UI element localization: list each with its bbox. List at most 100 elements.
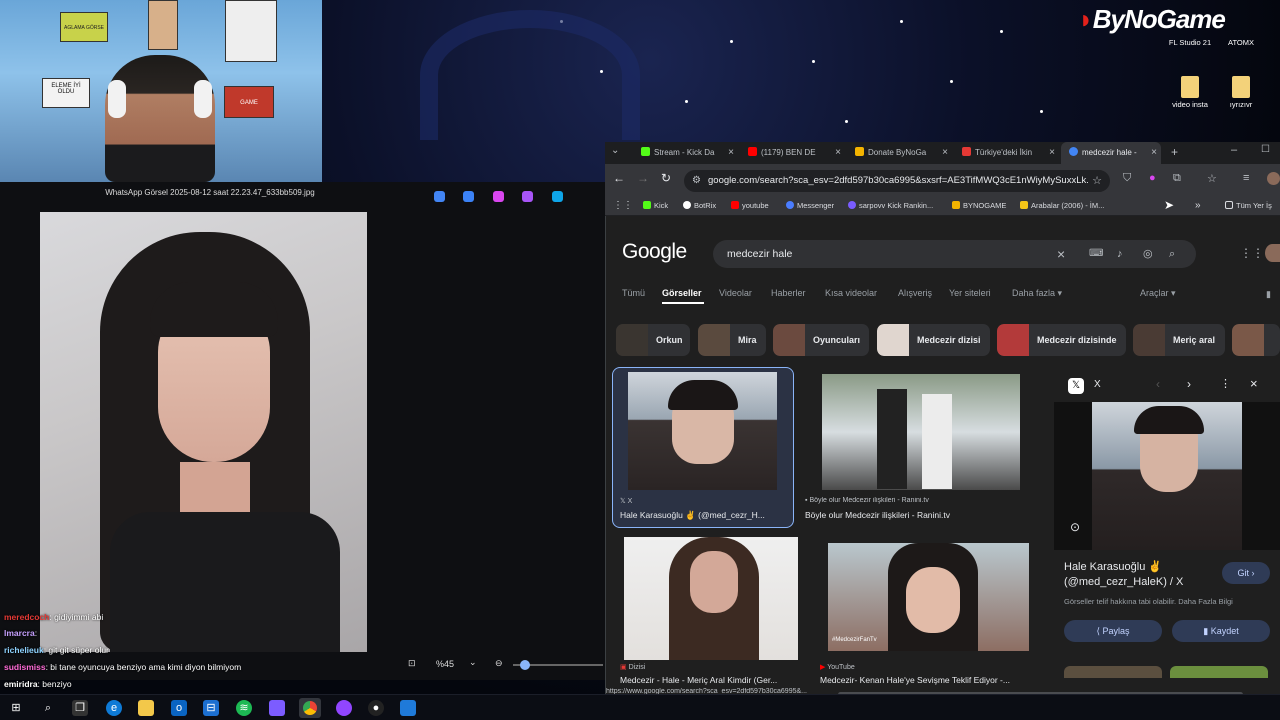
result-image[interactable]: #MedcezirFanTv: [828, 543, 1029, 651]
account-avatar[interactable]: [1265, 244, 1280, 262]
tab-kick-stream[interactable]: Stream - Kick Da ×: [633, 142, 738, 164]
edge-icon[interactable]: e: [106, 700, 122, 716]
search-input[interactable]: medcezir hale × ⌨ ♪ ◎ ⌕: [713, 240, 1196, 268]
back-icon[interactable]: ←: [613, 171, 625, 185]
bookmark-star-icon[interactable]: ☆: [1207, 172, 1217, 185]
search-icon[interactable]: ⌕: [1169, 240, 1175, 268]
forward-icon[interactable]: →: [637, 171, 649, 185]
more-options-icon[interactable]: ⋮: [1220, 377, 1231, 390]
extension-icon[interactable]: ⛉: [1123, 172, 1131, 185]
bookmark-bynogame[interactable]: BYNOGAME: [952, 196, 1006, 216]
more-bookmarks-icon[interactable]: »: [1195, 196, 1201, 216]
site-settings-icon[interactable]: ⚙: [692, 170, 701, 192]
panel-title[interactable]: Hale Karasuoğlu ✌️ (@med_cezr_HaleK) / X: [1064, 560, 1214, 590]
search-icon[interactable]: ⌕: [40, 700, 56, 716]
viewer-tool-icon[interactable]: [522, 191, 533, 202]
bookmark-imdb[interactable]: Arabalar (2006) - İM...: [1020, 196, 1104, 216]
chip-medcezir-series[interactable]: Medcezir dizisi: [877, 324, 990, 356]
chrome-taskbar-button[interactable]: [299, 698, 321, 718]
tab-google-search[interactable]: medcezir hale - ×: [1061, 142, 1161, 164]
tab-more[interactable]: Daha fazla ▾: [1012, 288, 1062, 299]
chip-mira[interactable]: Mira: [698, 324, 766, 356]
tab-news[interactable]: Haberler: [771, 288, 806, 298]
zoom-level[interactable]: %45: [436, 659, 454, 669]
related-image[interactable]: [1064, 666, 1162, 678]
start-icon[interactable]: ⊞: [8, 700, 24, 716]
outlook-icon[interactable]: o: [171, 700, 187, 716]
mic-icon[interactable]: ♪: [1117, 240, 1123, 268]
bookmark-kick-ranking[interactable]: sarpovv Kick Rankin...: [848, 196, 933, 216]
edit-icon[interactable]: [463, 191, 474, 202]
close-icon[interactable]: ×: [1151, 142, 1157, 164]
minimize-icon[interactable]: –: [1231, 144, 1237, 156]
share-button[interactable]: ⟨ Paylaş: [1064, 620, 1162, 642]
bookmark-messenger[interactable]: Messenger: [786, 196, 834, 216]
zoom-out-icon[interactable]: ⊖: [495, 658, 503, 669]
tab-places[interactable]: Yer siteleri: [949, 288, 991, 298]
result-caption[interactable]: Medcezir- Kenan Hale'ye Sevişme Teklif E…: [820, 675, 1035, 685]
saved-icon[interactable]: ▮: [1266, 289, 1271, 300]
close-icon[interactable]: ×: [728, 142, 734, 164]
star-icon[interactable]: ☆: [1088, 170, 1102, 192]
viewer-tool-icon[interactable]: [552, 191, 563, 202]
result-caption[interactable]: Hale Karasuoğlu ✌️ (@med_cezr_H...: [620, 510, 788, 521]
close-panel-icon[interactable]: ×: [1250, 376, 1258, 391]
tab-article[interactable]: Türkiye'deki İkin ×: [954, 142, 1059, 164]
maximize-icon[interactable]: ☐: [1261, 144, 1270, 155]
bookmark-youtube[interactable]: youtube: [731, 196, 769, 216]
reading-list-icon[interactable]: ≡: [1243, 172, 1249, 184]
chip-actors[interactable]: Oyuncuları: [773, 324, 869, 356]
tab-all[interactable]: Tümü: [622, 288, 645, 298]
desktop-icon-folder[interactable]: ıyrızıvr: [1211, 76, 1271, 109]
bookmark-kick[interactable]: Kick: [643, 196, 668, 216]
result-image[interactable]: [628, 372, 777, 490]
extension-icon[interactable]: ●: [1149, 172, 1156, 184]
profile-avatar[interactable]: [1267, 172, 1280, 185]
panel-source[interactable]: X: [1094, 379, 1101, 390]
tools-button[interactable]: Araçlar ▾: [1140, 288, 1176, 299]
save-button[interactable]: ▮ Kaydet: [1172, 620, 1270, 642]
visit-button[interactable]: Git ›: [1222, 562, 1270, 584]
extensions-puzzle-icon[interactable]: ⧉: [1173, 172, 1181, 185]
result-image[interactable]: [822, 374, 1020, 490]
google-apps-icon[interactable]: ⋮⋮: [1240, 246, 1264, 260]
new-tab-icon[interactable]: +: [1171, 145, 1178, 159]
lens-icon[interactable]: ◎: [1143, 240, 1153, 268]
chip-in-medcezir[interactable]: Medcezir dizisinde: [997, 324, 1126, 356]
chip-orkun[interactable]: Orkun: [616, 324, 690, 356]
related-image[interactable]: [1170, 666, 1268, 678]
viewer-tool-icon[interactable]: [434, 191, 445, 202]
chip-meric-aral[interactable]: Meriç aral: [1133, 324, 1225, 356]
apps-grid-icon[interactable]: ⋮⋮: [613, 196, 633, 216]
previous-icon[interactable]: ‹: [1156, 377, 1160, 391]
viewer-tool-icon[interactable]: [493, 191, 504, 202]
chip-more[interactable]: [1232, 324, 1280, 356]
task-view-icon[interactable]: ❐: [72, 700, 88, 716]
fit-icon[interactable]: ⊡: [408, 658, 416, 669]
google-logo[interactable]: Google: [622, 240, 687, 264]
app-icon[interactable]: [336, 700, 352, 716]
desktop-icon-atomx[interactable]: ATOMX: [1211, 38, 1271, 47]
tab-youtube[interactable]: (1179) BEN DE ×: [740, 142, 845, 164]
store-icon[interactable]: ⊟: [203, 700, 219, 716]
obs-icon[interactable]: ●: [368, 700, 384, 716]
next-icon[interactable]: ›: [1187, 377, 1191, 391]
chevron-down-icon[interactable]: ⌄: [469, 657, 477, 668]
tab-images[interactable]: Görseller: [662, 288, 702, 298]
bookmark-botrix[interactable]: BotRix: [683, 196, 716, 216]
result-caption[interactable]: Böyle olur Medcezir ilişkileri - Ranini.…: [805, 510, 1005, 520]
app-icon[interactable]: [400, 700, 416, 716]
tab-shopping[interactable]: Alışveriş: [898, 288, 932, 298]
result-image[interactable]: [624, 537, 798, 660]
all-bookmarks-folder[interactable]: Tüm Yer İş: [1225, 196, 1272, 216]
spotify-icon[interactable]: ≋: [236, 700, 252, 716]
close-icon[interactable]: ×: [942, 142, 948, 164]
close-icon[interactable]: ×: [1049, 142, 1055, 164]
result-caption[interactable]: Medcezir - Hale - Meriç Aral Kimdir (Ger…: [620, 675, 800, 685]
tab-short-videos[interactable]: Kısa videolar: [825, 288, 877, 298]
clear-search-icon[interactable]: ×: [1057, 240, 1065, 268]
preview-image[interactable]: [1092, 402, 1242, 550]
photos-icon[interactable]: [269, 700, 285, 716]
close-icon[interactable]: ×: [835, 142, 841, 164]
tab-donate[interactable]: Donate ByNoGa ×: [847, 142, 952, 164]
